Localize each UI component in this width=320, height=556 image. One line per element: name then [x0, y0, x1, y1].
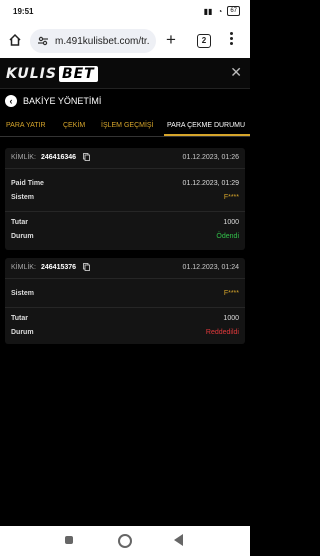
sistem-row: Sistem F**** — [5, 191, 245, 205]
tutar-value: 1000 — [223, 315, 239, 322]
signal-icon: ▮▮ — [203, 6, 213, 16]
tab-switcher-button[interactable]: 2 — [197, 34, 211, 48]
home-button[interactable] — [118, 534, 132, 548]
tutar-row: Tutar 1000 — [5, 312, 245, 326]
tab-para-yatir[interactable]: PARA YATIR — [6, 122, 46, 129]
kimlik-value: 246416346 — [41, 154, 77, 161]
transaction-date: 01.12.2023, 01:24 — [182, 264, 239, 271]
transaction-card: KİMLİK: 246416346 01.12.2023, 01:26 Paid… — [5, 148, 245, 250]
page-title: BAKİYE YÖNETİMİ — [23, 96, 102, 106]
new-tab-button[interactable]: + — [166, 31, 176, 48]
home-icon[interactable] — [8, 33, 22, 47]
divider — [5, 211, 245, 212]
logo-bet: BET — [58, 66, 98, 82]
url-text: m.491kulisbet.com/tr. — [55, 35, 150, 47]
paid-time-value: 01.12.2023, 01:29 — [182, 180, 239, 187]
durum-label: Durum — [11, 329, 34, 336]
status-badge: Reddedildi — [205, 329, 239, 336]
card-header: KİMLİK: 246416346 01.12.2023, 01:26 — [5, 148, 245, 169]
status-badge: Ödendi — [216, 233, 239, 240]
battery-icon: 67 — [227, 6, 240, 16]
site-settings-icon[interactable] — [37, 35, 49, 47]
active-tab-indicator — [164, 134, 250, 136]
tutar-label: Tutar — [11, 219, 28, 226]
kimlik-value: 246415376 — [41, 264, 77, 271]
tab-cekim[interactable]: ÇEKİM — [63, 122, 85, 129]
paid-time-label: Paid Time — [11, 180, 44, 187]
sistem-row: Sistem F**** — [5, 287, 245, 301]
transaction-date: 01.12.2023, 01:26 — [182, 154, 239, 161]
sistem-value: F**** — [223, 290, 239, 297]
sistem-label: Sistem — [11, 290, 34, 297]
durum-row: Durum Reddedildi — [5, 326, 245, 340]
copy-icon[interactable] — [83, 263, 90, 271]
sistem-value: F**** — [223, 194, 239, 201]
divider — [5, 307, 245, 308]
wifi-icon: ◔ — [217, 6, 223, 16]
tutar-value: 1000 — [223, 219, 239, 226]
site-logo[interactable]: KULIS BET — [6, 66, 98, 82]
transaction-card: KİMLİK: 246415376 01.12.2023, 01:24 Sist… — [5, 258, 245, 344]
back-icon[interactable]: ‹ — [5, 95, 17, 107]
status-bar: 19:51 ▮▮ ◔ 67 — [0, 0, 250, 24]
browser-toolbar: m.491kulisbet.com/tr. + 2 — [0, 24, 250, 58]
system-nav-bar — [0, 526, 250, 556]
card-header: KİMLİK: 246415376 01.12.2023, 01:24 — [5, 258, 245, 279]
page-title-row: ‹ BAKİYE YÖNETİMİ — [0, 92, 250, 112]
back-button[interactable] — [174, 534, 183, 546]
status-time: 19:51 — [13, 7, 34, 16]
recents-button[interactable] — [65, 536, 73, 544]
tab-islem-gecmisi[interactable]: İŞLEM GEÇMİŞİ — [101, 122, 154, 129]
durum-label: Durum — [11, 233, 34, 240]
kimlik-label: KİMLİK: — [11, 264, 36, 271]
tutar-row: Tutar 1000 — [5, 216, 245, 230]
copy-icon[interactable] — [83, 153, 90, 161]
logo-main: KULIS — [6, 66, 57, 82]
address-bar[interactable]: m.491kulisbet.com/tr. — [30, 29, 156, 53]
site-header: KULIS BET ✕ — [0, 58, 250, 89]
tab-para-cekme-durumu[interactable]: PARA ÇEKME DURUMU — [167, 122, 245, 129]
durum-row: Durum Ödendi — [5, 230, 245, 244]
sistem-label: Sistem — [11, 194, 34, 201]
paid-time-row: Paid Time 01.12.2023, 01:29 — [5, 177, 245, 191]
kimlik-label: KİMLİK: — [11, 154, 36, 161]
close-icon[interactable]: ✕ — [230, 64, 242, 81]
balance-tabs: PARA YATIR ÇEKİM İŞLEM GEÇMİŞİ PARA ÇEKM… — [0, 118, 250, 137]
status-icons: ▮▮ ◔ 67 — [204, 6, 240, 16]
tutar-label: Tutar — [11, 315, 28, 322]
more-menu-icon[interactable] — [230, 32, 234, 45]
